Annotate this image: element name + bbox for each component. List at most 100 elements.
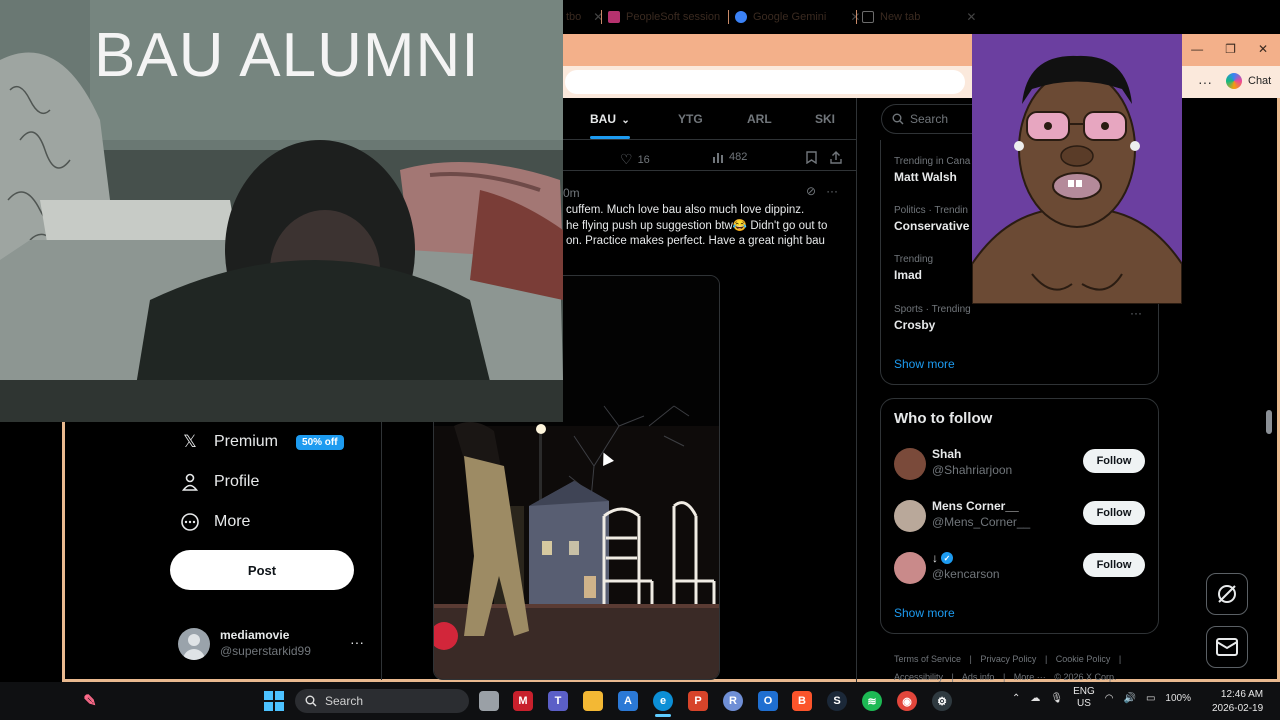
vtuber-avatar <box>972 34 1182 304</box>
tab-2[interactable]: PeopleSoft session ✕ <box>608 6 746 28</box>
follow-suggestion[interactable]: Mens Corner__ @Mens_Corner__ Follow <box>894 499 1149 535</box>
chevron-up-icon[interactable]: ⌃ <box>1012 693 1020 704</box>
post-divider <box>563 170 856 171</box>
wifi-icon[interactable]: ◠ <box>1105 693 1114 704</box>
follow-button[interactable]: Follow <box>1083 553 1145 577</box>
trend-item[interactable]: Politics · Trendin Conservative <box>894 205 969 233</box>
minimize-icon[interactable]: — <box>1191 42 1203 56</box>
tab-1-label: tbo <box>566 11 582 23</box>
app-icon[interactable]: R <box>723 691 743 711</box>
footer-link[interactable]: Ads info <box>962 672 995 682</box>
trend-category: Trending <box>894 254 934 265</box>
avatar <box>894 500 926 532</box>
tab-3[interactable]: Google Gemini ✕ <box>735 6 860 28</box>
trend-item[interactable]: Trending in Cana Matt Walsh <box>894 156 970 184</box>
language-indicator[interactable]: ENG US <box>1073 686 1095 710</box>
trend-item[interactable]: Sports · Trending Crosby <box>894 304 971 332</box>
task-view-icon[interactable] <box>479 691 499 711</box>
tab-4-label: New tab <box>880 11 921 23</box>
tab-arl[interactable]: ARL <box>747 112 772 126</box>
follow-button[interactable]: Follow <box>1083 501 1145 525</box>
post-line: on. Practice makes perfect. Have a great… <box>566 235 825 247</box>
chrome-icon[interactable]: ◉ <box>897 691 917 711</box>
trend-category: Politics · Trendin <box>894 205 968 216</box>
outlook-icon[interactable]: O <box>758 691 778 711</box>
tab-3-label: Google Gemini <box>753 11 827 23</box>
search-input[interactable]: Search <box>881 104 973 134</box>
show-more-link[interactable]: Show more <box>894 606 955 620</box>
widgets-icon[interactable]: ✎ <box>80 691 100 711</box>
grok-icon <box>1218 585 1236 603</box>
footer-separator: | <box>1044 654 1048 664</box>
bookmark-button[interactable] <box>806 151 817 164</box>
footer-link[interactable]: Cookie Policy <box>1056 654 1111 664</box>
grok-icon[interactable]: ⊘ <box>806 184 816 198</box>
suggestion-name: ↓ ✓ <box>932 551 953 565</box>
battery-icon[interactable]: ▭ <box>1146 693 1155 704</box>
microphone-icon[interactable]: 🎙 <box>1050 693 1063 704</box>
tab-4[interactable]: New tab ✕ <box>862 6 976 28</box>
account-switcher[interactable]: mediamovie @superstarkid99 ··· <box>178 626 374 664</box>
close-window-icon[interactable]: ✕ <box>1258 42 1268 56</box>
clock[interactable]: 12:46 AM 2026-02-19 <box>1212 688 1263 716</box>
tab-bau-label: BAU <box>590 112 616 126</box>
edge-icon[interactable]: e <box>653 691 673 711</box>
nav-more[interactable]: More <box>180 512 250 532</box>
trend-item[interactable]: Trending Imad <box>894 254 933 282</box>
weather-icon[interactable]: ☁ <box>1030 693 1040 704</box>
mcafee-icon[interactable]: M <box>513 691 533 711</box>
post-line: he flying push up suggestion btw😂 Didn't… <box>566 219 828 232</box>
follow-button[interactable]: Follow <box>1083 449 1145 473</box>
taskbar-search[interactable]: Search <box>295 689 469 713</box>
scrollbar-thumb[interactable] <box>1266 410 1272 434</box>
copilot-chat-button[interactable]: Chat <box>1226 73 1271 89</box>
trend-category: Trending in Cana <box>894 156 971 167</box>
messages-button[interactable] <box>1206 626 1248 668</box>
app-icon[interactable]: P <box>688 691 708 711</box>
avatar <box>178 628 210 660</box>
file-explorer-icon[interactable] <box>583 691 603 711</box>
volume-icon[interactable]: 🔊 <box>1124 693 1136 704</box>
tab-1[interactable]: tbo ✕ <box>566 6 603 28</box>
browser-menu-icon[interactable]: ··· <box>1198 74 1212 90</box>
footer-link[interactable]: Accessibility <box>894 672 943 682</box>
teams-icon[interactable]: T <box>548 691 568 711</box>
close-icon[interactable]: ✕ <box>966 10 976 24</box>
like-count: 16 <box>637 153 650 166</box>
footer-link[interactable]: Terms of Service <box>894 654 961 664</box>
copilot-label: Chat <box>1248 75 1272 87</box>
follow-suggestion[interactable]: ↓ ✓ @kencarson Follow <box>894 551 1149 587</box>
more-icon[interactable]: ··· <box>1130 306 1142 320</box>
footer-link[interactable]: More ··· <box>1014 672 1046 682</box>
post-menu: ⊘ ··· <box>806 184 838 198</box>
steam-icon[interactable]: S <box>827 691 847 711</box>
post-button[interactable]: Post <box>170 550 354 590</box>
start-button[interactable] <box>264 691 284 711</box>
share-button[interactable] <box>830 151 842 164</box>
tab-ytg[interactable]: YTG <box>678 112 703 126</box>
tab-ski[interactable]: SKI <box>815 112 835 126</box>
app-icon[interactable]: ⚙ <box>932 691 952 711</box>
spotify-icon[interactable]: ≋ <box>862 691 882 711</box>
screen: tbo ✕ PeopleSoft session ✕ Google Gemini… <box>0 0 1280 720</box>
tab-bau[interactable]: BAU ⌄ <box>590 112 630 126</box>
tab-separator <box>728 10 729 24</box>
follow-suggestion[interactable]: Shah @Shahriarjoon Follow <box>894 447 1149 483</box>
more-icon[interactable]: ··· <box>826 184 838 198</box>
footer-link[interactable]: Privacy Policy <box>980 654 1036 664</box>
heart-icon: ♡ <box>620 151 633 167</box>
nav-premium[interactable]: 𝕏 Premium 50% off <box>180 432 344 452</box>
like-button[interactable]: ♡ 16 <box>620 151 650 168</box>
nav-profile[interactable]: Profile <box>180 472 259 492</box>
view-count: 482 <box>729 151 748 163</box>
views-button[interactable]: 482 <box>712 151 747 163</box>
show-more-link[interactable]: Show more <box>894 357 955 371</box>
grok-button[interactable] <box>1206 573 1248 615</box>
column-divider <box>856 98 857 682</box>
maximize-icon[interactable]: ❐ <box>1225 42 1236 56</box>
url-field[interactable] <box>565 70 965 94</box>
footer-separator: | <box>969 654 972 664</box>
code-app-icon[interactable]: A <box>618 691 638 711</box>
more-circle-icon <box>180 512 200 532</box>
brave-icon[interactable]: B <box>792 691 812 711</box>
